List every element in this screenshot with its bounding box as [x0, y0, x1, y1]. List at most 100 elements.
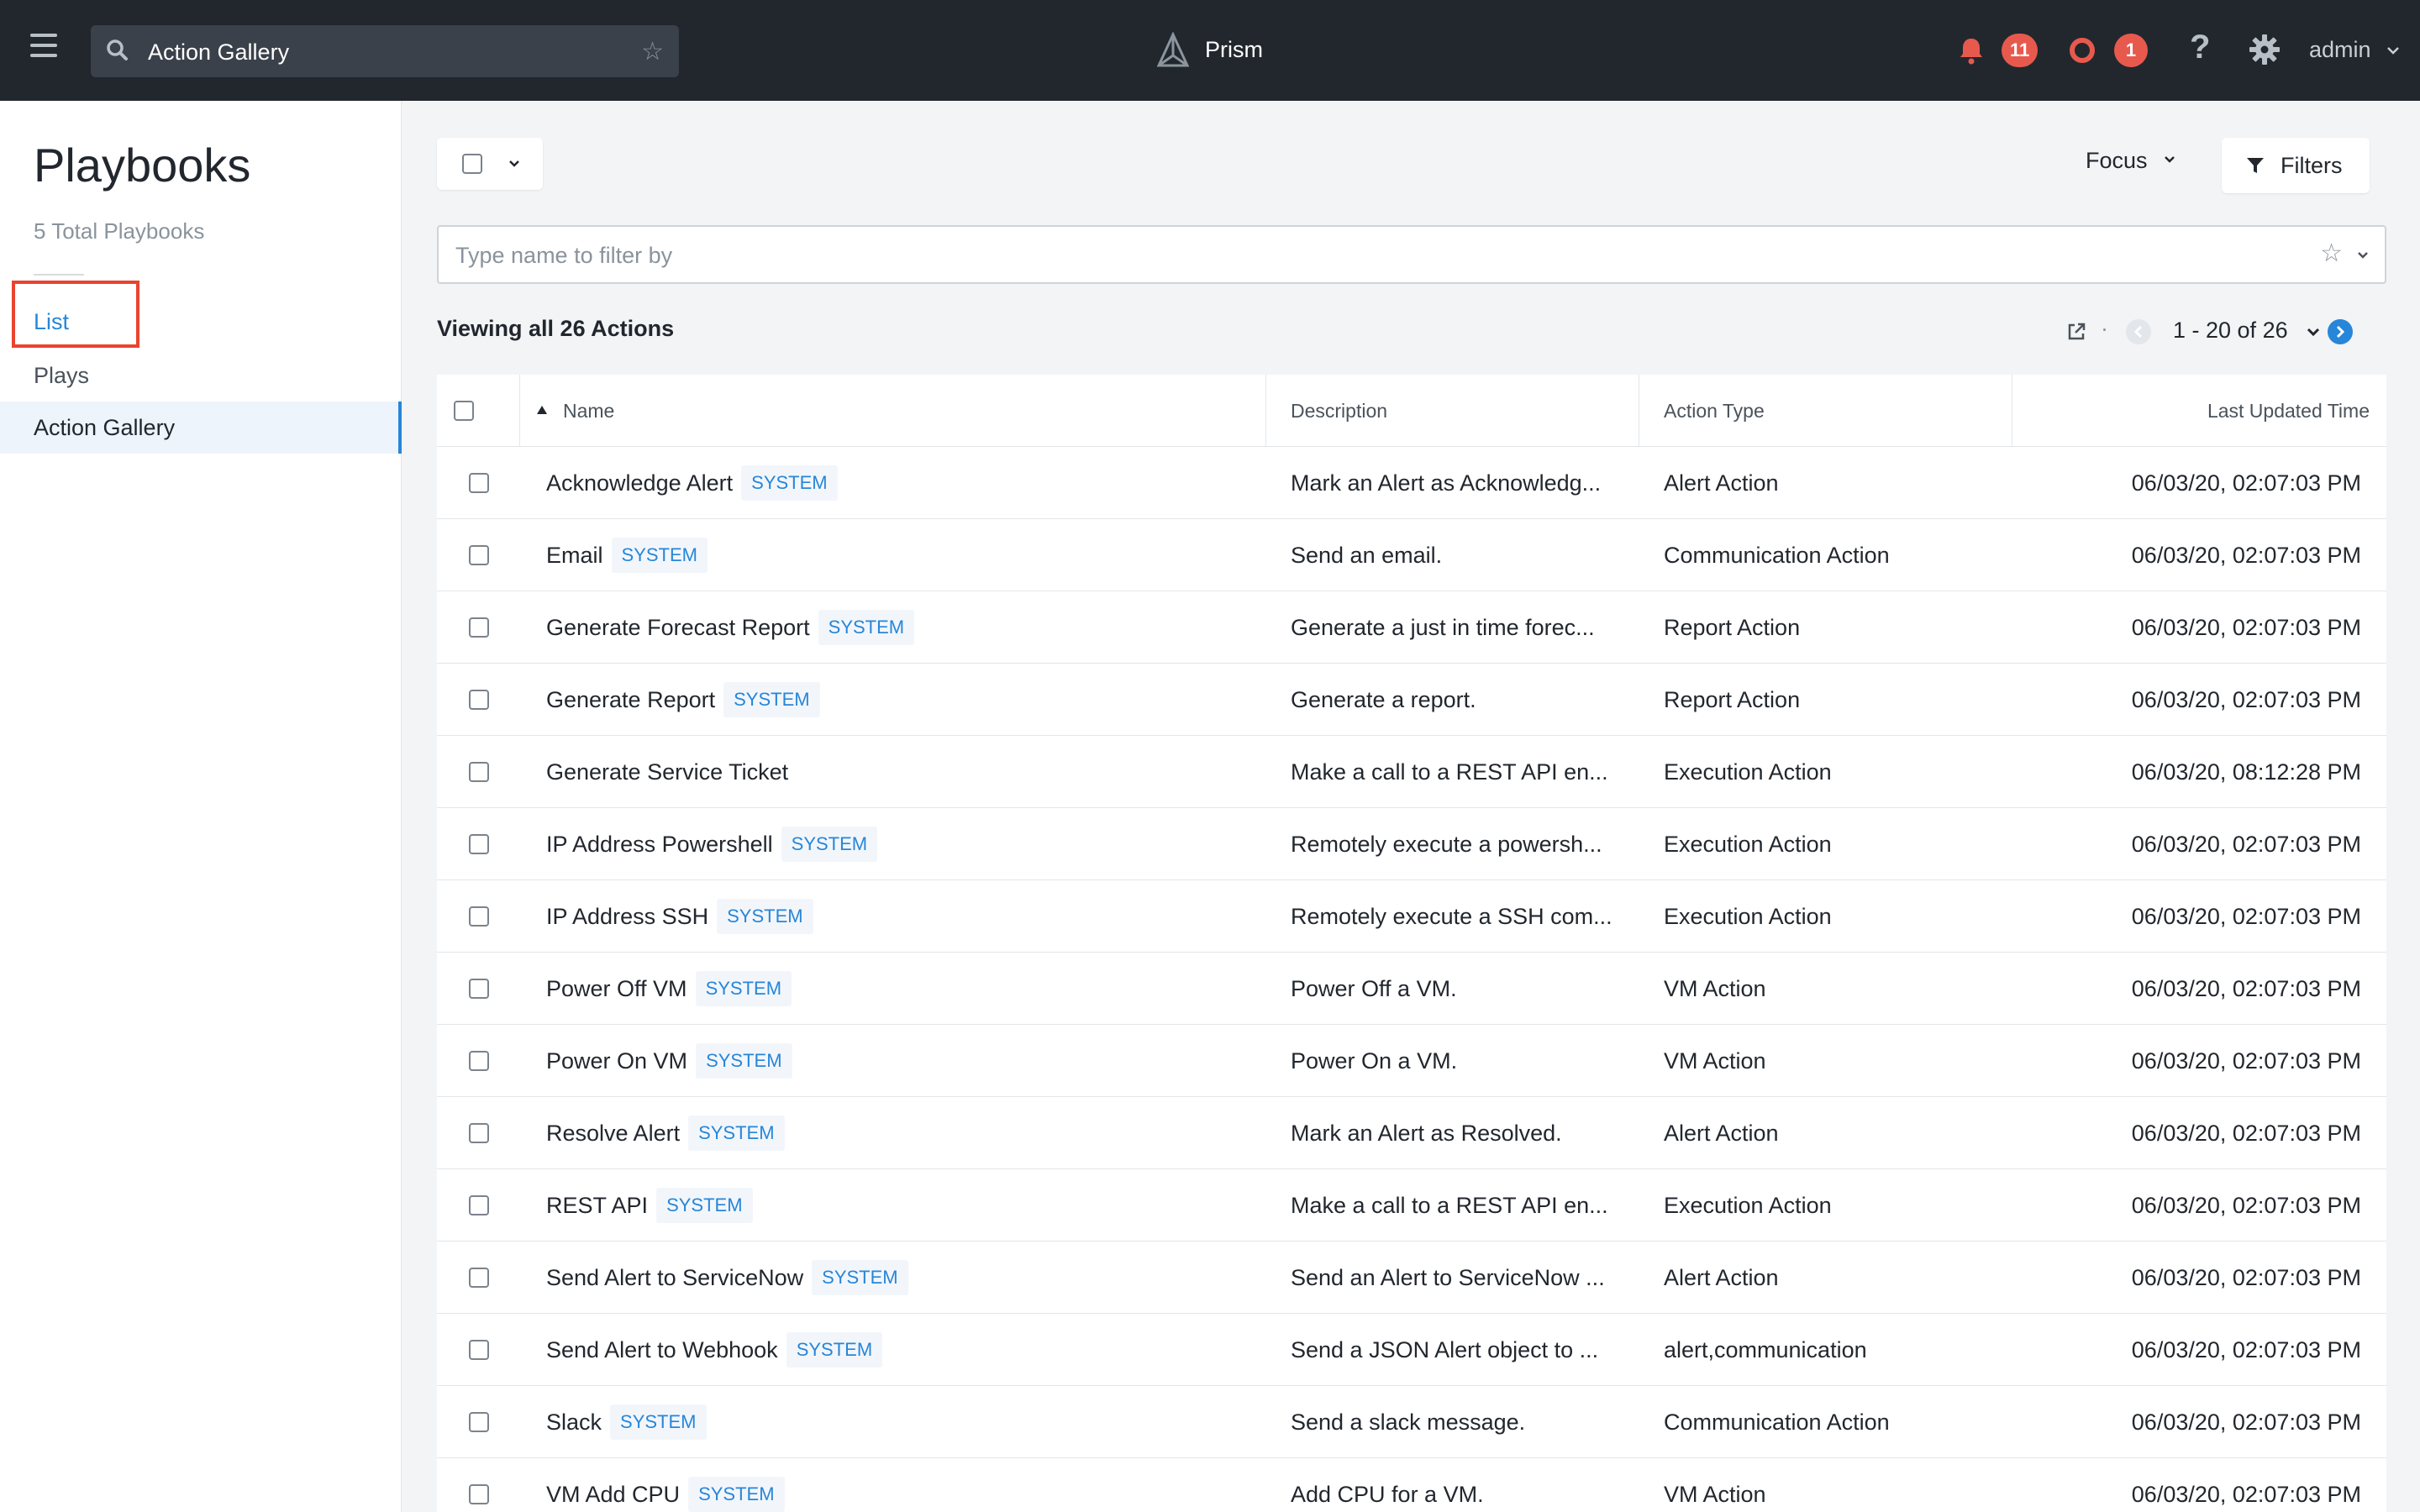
gear-icon[interactable]: [2249, 34, 2281, 66]
table-row[interactable]: VM Add CPU SYSTEM Add CPU for a VM. VM Acti…: [437, 1458, 2386, 1512]
table-row[interactable]: Generate Report SYSTEM Generate a report. R…: [437, 664, 2386, 736]
table-row[interactable]: Power Off VM SYSTEM Power Off a VM. VM Acti…: [437, 953, 2386, 1025]
table-row[interactable]: REST API SYSTEM Make a call to a REST API …: [437, 1169, 2386, 1242]
action-name[interactable]: Power Off VM: [546, 976, 687, 1001]
system-tag: SYSTEM: [610, 1404, 707, 1440]
sidebar-item-action-gallery[interactable]: Action Gallery: [0, 402, 402, 454]
action-name[interactable]: Resolve Alert: [546, 1121, 680, 1146]
action-name[interactable]: Send Alert to Webhook: [546, 1337, 778, 1362]
table-row[interactable]: Acknowledge Alert SYSTEM Mark an Alert as …: [437, 447, 2386, 519]
action-name[interactable]: Slack: [546, 1410, 602, 1435]
user-menu[interactable]: admin: [2309, 37, 2371, 63]
action-name[interactable]: VM Add CPU: [546, 1482, 680, 1507]
action-name[interactable]: REST API: [546, 1193, 648, 1218]
row-checkbox[interactable]: [469, 1051, 489, 1071]
table-row[interactable]: Send Alert to ServiceNow SYSTEM Send an Al…: [437, 1242, 2386, 1314]
column-header-name[interactable]: Name: [563, 375, 614, 447]
table-row[interactable]: Generate Forecast Report SYSTEM Generate a…: [437, 591, 2386, 664]
chevron-down-icon[interactable]: [2356, 249, 2370, 262]
row-checkbox[interactable]: [469, 1412, 489, 1432]
star-icon[interactable]: ☆: [2320, 239, 2343, 268]
global-search[interactable]: Action Gallery ☆: [91, 25, 679, 77]
row-checkbox[interactable]: [469, 545, 489, 565]
action-name[interactable]: Power On VM: [546, 1048, 687, 1074]
row-checkbox[interactable]: [469, 1195, 489, 1215]
system-tag: SYSTEM: [741, 465, 838, 501]
prism-logo-icon: [1156, 32, 1190, 67]
row-checkbox[interactable]: [469, 979, 489, 999]
action-type-cell: Alert Action: [1664, 470, 1779, 496]
table-row[interactable]: Slack SYSTEM Send a slack message. Communic…: [437, 1386, 2386, 1458]
column-header-last-updated[interactable]: Last Updated Time: [2207, 375, 2370, 447]
last-updated-cell: 06/03/20, 02:07:03 PM: [2131, 615, 2361, 640]
chevron-down-icon[interactable]: [2385, 42, 2402, 59]
row-checkbox[interactable]: [469, 906, 489, 927]
last-updated-cell: 06/03/20, 02:07:03 PM: [2131, 976, 2361, 1001]
hamburger-icon[interactable]: [30, 34, 57, 59]
last-updated-cell: 06/03/20, 02:07:03 PM: [2131, 832, 2361, 857]
row-checkbox[interactable]: [469, 1340, 489, 1360]
action-name[interactable]: Generate Report: [546, 687, 715, 712]
column-header-description[interactable]: Description: [1291, 375, 1387, 447]
row-checkbox[interactable]: [469, 617, 489, 638]
action-name[interactable]: Generate Service Ticket: [546, 759, 788, 785]
row-checkbox[interactable]: [469, 473, 489, 493]
row-checkbox[interactable]: [469, 690, 489, 710]
action-name-cell: IP Address SSH SYSTEM: [546, 880, 813, 953]
table-row[interactable]: Send Alert to Webhook SYSTEM Send a JSON A…: [437, 1314, 2386, 1386]
row-checkbox[interactable]: [469, 1268, 489, 1288]
ring-icon[interactable]: [2067, 35, 2097, 66]
table-row[interactable]: IP Address SSH SYSTEM Remotely execute a S…: [437, 880, 2386, 953]
bulk-select[interactable]: [437, 138, 543, 190]
action-name[interactable]: Email: [546, 543, 603, 568]
action-name[interactable]: Acknowledge Alert: [546, 470, 733, 496]
table-row[interactable]: IP Address Powershell SYSTEM Remotely exec…: [437, 808, 2386, 880]
action-name[interactable]: IP Address SSH: [546, 904, 708, 929]
action-name[interactable]: Generate Forecast Report: [546, 615, 810, 640]
column-header-action-type[interactable]: Action Type: [1664, 375, 1765, 447]
description-cell: Send a slack message.: [1291, 1410, 1526, 1435]
header-checkbox[interactable]: [454, 401, 474, 421]
bell-icon[interactable]: [1956, 35, 1986, 66]
table-row[interactable]: Resolve Alert SYSTEM Mark an Alert as Reso…: [437, 1097, 2386, 1169]
focus-dropdown[interactable]: Focus: [2086, 148, 2148, 174]
table-row[interactable]: Email SYSTEM Send an email. Communication A…: [437, 519, 2386, 591]
row-checkbox[interactable]: [469, 1484, 489, 1504]
description-cell: Remotely execute a SSH com...: [1291, 904, 1612, 929]
next-page-button[interactable]: [2328, 319, 2353, 344]
sort-asc-icon[interactable]: [536, 405, 548, 415]
action-type-cell: Execution Action: [1664, 904, 1832, 929]
filter-bar[interactable]: ☆: [437, 225, 2386, 284]
external-link-icon[interactable]: [2065, 321, 2087, 343]
alerts-count-badge[interactable]: 11: [2002, 34, 2039, 67]
filters-label: Filters: [2281, 153, 2343, 178]
chevron-down-icon[interactable]: [2306, 324, 2321, 339]
prev-page-button[interactable]: [2126, 319, 2151, 344]
last-updated-cell: 06/03/20, 02:07:03 PM: [2131, 470, 2361, 496]
chevron-down-icon[interactable]: [508, 157, 521, 171]
row-checkbox[interactable]: [469, 834, 489, 854]
events-count-badge[interactable]: 1: [2114, 34, 2148, 67]
system-tag: SYSTEM: [786, 1331, 883, 1368]
description-cell: Power On a VM.: [1291, 1048, 1458, 1074]
action-name[interactable]: IP Address Powershell: [546, 832, 773, 857]
table-row[interactable]: Power On VM SYSTEM Power On a VM. VM Action…: [437, 1025, 2386, 1097]
viewing-summary: Viewing all 26 Actions: [437, 316, 675, 341]
star-icon[interactable]: ☆: [641, 37, 664, 66]
row-checkbox[interactable]: [469, 1123, 489, 1143]
action-name-cell: VM Add CPU SYSTEM: [546, 1458, 785, 1512]
action-name-cell: Resolve Alert SYSTEM: [546, 1097, 785, 1169]
table-header: Name Description Action Type Last Update…: [437, 375, 2386, 447]
filters-button[interactable]: Filters: [2222, 138, 2370, 193]
help-icon[interactable]: ?: [2190, 29, 2210, 66]
filter-input[interactable]: [455, 239, 2220, 272]
chevron-down-icon[interactable]: [2163, 153, 2176, 166]
sidebar-item-plays[interactable]: Plays: [0, 349, 402, 402]
table-row[interactable]: Generate Service Ticket Make a call to a …: [437, 736, 2386, 808]
select-all-checkbox[interactable]: [462, 154, 482, 174]
action-name-cell: Generate Forecast Report SYSTEM: [546, 591, 915, 664]
row-checkbox[interactable]: [469, 762, 489, 782]
action-name[interactable]: Send Alert to ServiceNow: [546, 1265, 803, 1290]
last-updated-cell: 06/03/20, 02:07:03 PM: [2131, 543, 2361, 568]
action-type-cell: Communication Action: [1664, 543, 1890, 568]
